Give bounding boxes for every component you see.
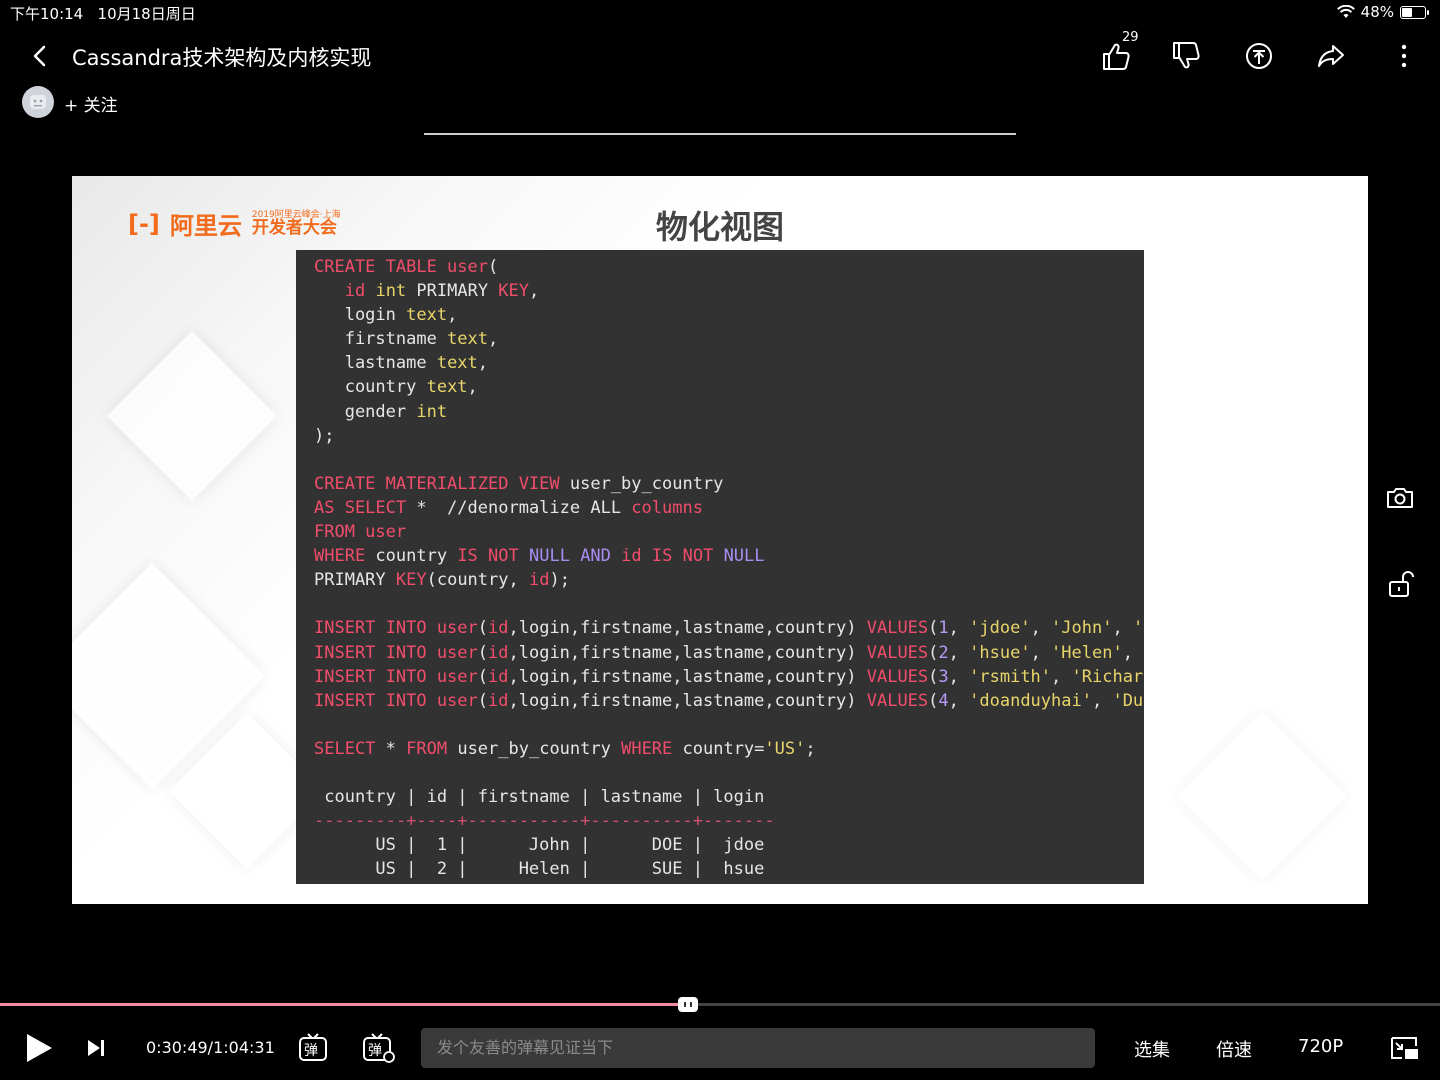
camera-icon [1387,488,1413,508]
coin-button[interactable] [1239,36,1279,76]
dislike-button[interactable] [1166,36,1206,76]
more-button[interactable] [1384,36,1424,76]
status-time: 下午10:14 10月18日周日 [10,3,196,24]
lock-screen-button[interactable] [1382,566,1418,602]
avatar[interactable] [22,86,54,118]
like-count: 29 [1122,30,1139,45]
pip-button[interactable] [1386,1030,1426,1066]
danmu-settings-icon: 弹 [363,1033,395,1063]
play-button[interactable] [20,1030,60,1066]
share-button[interactable] [1311,36,1351,76]
playback-time: 0:30:49/1:04:31 [146,1038,275,1057]
play-icon [27,1034,52,1062]
tv-icon [684,1002,693,1007]
bg-tile [107,331,277,501]
status-date-text: 10月18日周日 [97,5,196,23]
skip-next-icon [88,1040,104,1056]
coin-icon [1246,43,1272,69]
picture-in-picture-icon [1391,1037,1418,1059]
next-button[interactable] [80,1030,120,1066]
seek-bar-progress [0,1003,689,1006]
avatar-face-icon [30,95,46,109]
quality-button[interactable]: 720P [1298,1036,1343,1057]
unlock-icon [1389,571,1414,597]
danmu-input[interactable]: 发个友善的弹幕见证当下 [421,1028,1095,1068]
danmu-toggle-button[interactable]: 弹 [296,1030,336,1066]
bg-tile [1177,711,1347,881]
svg-text:弹: 弹 [304,1043,318,1059]
chevron-left-icon [33,45,46,67]
follow-button[interactable]: + 关注 [64,91,118,116]
episodes-button[interactable]: 选集 [1134,1036,1170,1062]
svg-text:弹: 弹 [368,1043,382,1059]
back-button[interactable] [22,38,58,74]
title-underline [424,133,1016,135]
slide-title: 物化视图 [655,208,784,246]
danmu-toggle-icon: 弹 [299,1033,327,1061]
code-text: CREATE TABLE user( id int PRIMARY KEY, l… [314,257,1144,880]
share-icon [1318,45,1344,67]
screenshot-button[interactable] [1382,480,1418,516]
speed-button[interactable]: 倍速 [1216,1036,1252,1062]
status-time-text: 下午10:14 [10,5,84,23]
video-frame[interactable]: [-] 阿里云 2019阿里云峰会·上海 开发者大会 物化视图 CREATE T… [72,176,1368,904]
video-title: Cassandra技术架构及内核实现 [72,46,372,70]
thumbs-down-icon [1173,42,1200,69]
more-vertical-icon [1401,44,1407,68]
battery-icon [1400,5,1429,19]
battery-percent: 48% [1360,3,1394,21]
seek-handle[interactable] [678,997,699,1012]
wifi-icon [1336,5,1355,18]
danmu-settings-button[interactable]: 弹 [360,1030,400,1066]
code-block: CREATE TABLE user( id int PRIMARY KEY, l… [296,250,1144,884]
status-right: 48% [1336,3,1429,21]
